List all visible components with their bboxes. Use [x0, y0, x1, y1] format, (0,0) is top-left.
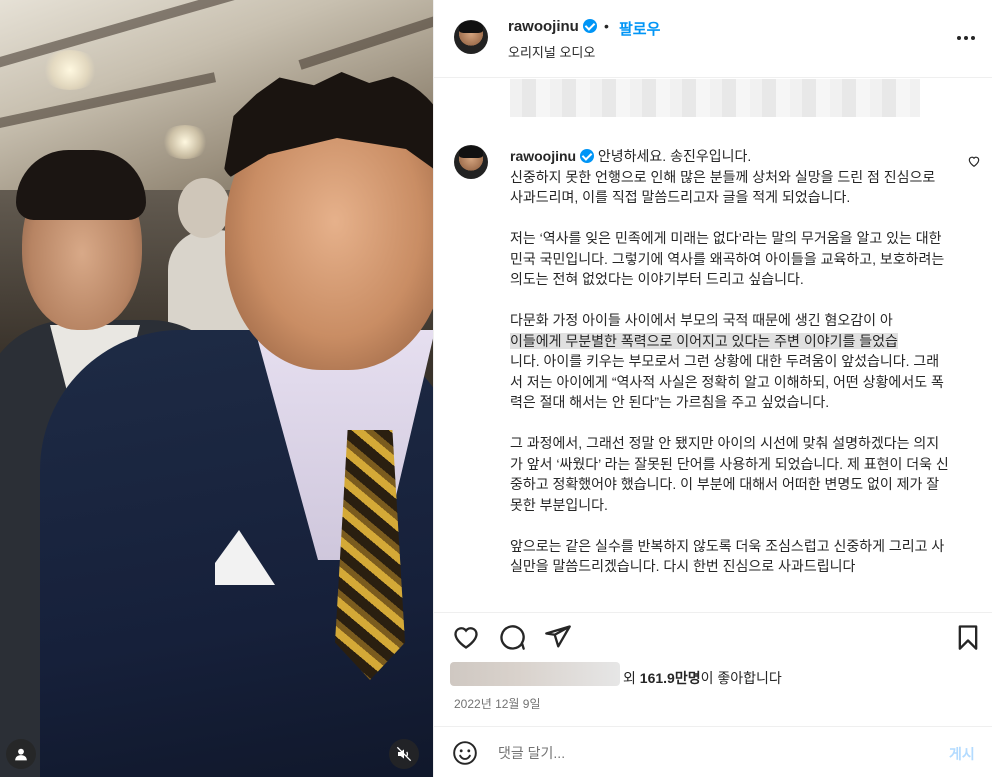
smiley-icon[interactable] — [452, 740, 478, 766]
verified-badge-icon — [580, 149, 595, 163]
caption-like-heart-icon[interactable] — [967, 154, 981, 168]
heart-icon[interactable] — [452, 623, 480, 651]
post-actions — [434, 612, 992, 662]
post-header: rawoojinu • 팔로우 오리지널 오디오 — [434, 0, 992, 78]
muted-speaker-icon — [396, 746, 412, 762]
scene-light — [40, 50, 100, 90]
tagged-users-button[interactable] — [6, 739, 36, 769]
comment-input[interactable] — [498, 743, 918, 763]
post-details-pane: rawoojinu • 팔로우 오리지널 오디오 rawoojinu 안녕하세요… — [433, 0, 992, 777]
post-media[interactable] — [0, 0, 433, 777]
post-date[interactable]: 2022년 12월 9일 — [454, 695, 541, 712]
author-username[interactable]: rawoojinu — [508, 18, 598, 35]
bookmark-icon[interactable] — [954, 623, 982, 651]
caption-line: 그 과정에서, 그래선 정말 안 됐지만 아이의 시선에 맞춰 설명하겠다는 의… — [510, 435, 949, 513]
comment-icon[interactable] — [498, 623, 526, 651]
likes-count-text[interactable]: 외 161.9만명이 좋아합니다 — [623, 668, 782, 688]
follow-button[interactable]: 팔로우 — [619, 18, 660, 39]
blurred-liker-names — [450, 662, 620, 686]
caption-text: rawoojinu 안녕하세요. 송진우입니다. 신중하지 못한 언행으로 인해… — [510, 146, 950, 577]
more-horizontal-icon — [957, 36, 961, 40]
caption-highlighted-line: 이들에게 무분별한 폭력으로 이어지고 있다는 주변 이야기를 들었습 — [510, 332, 898, 349]
more-options-button[interactable] — [954, 26, 978, 50]
separator-dot: • — [604, 18, 609, 34]
scene-light — [160, 125, 210, 159]
caption-username[interactable]: rawoojinu — [510, 148, 576, 164]
user-tag-icon — [15, 748, 27, 761]
caption-line: 앞으로는 같은 실수를 반복하지 않도록 더욱 조심스럽고 신중하게 그리고 사… — [510, 537, 945, 575]
author-avatar[interactable] — [454, 20, 488, 54]
add-comment-bar: 게시 — [434, 726, 992, 777]
mute-button[interactable] — [389, 739, 419, 769]
caption-line: 저는 ‘역사를 잊은 민족에게 미래는 없다’라는 말의 무거움을 알고 있는 … — [510, 230, 945, 287]
caption-line: 신중하지 못한 언행으로 인해 많은 분들께 상처와 실망을 드린 점 진심으로… — [510, 168, 936, 206]
blurred-content — [510, 79, 920, 117]
audio-link[interactable]: 오리지널 오디오 — [508, 42, 595, 61]
background-person-head — [178, 178, 230, 238]
send-icon[interactable] — [544, 623, 572, 651]
likes-summary[interactable]: 외 161.9만명이 좋아합니다 — [450, 662, 980, 690]
verified-badge-icon — [583, 19, 598, 33]
main-person-tie — [335, 430, 405, 680]
post-comment-button[interactable]: 게시 — [949, 744, 975, 764]
caption-line: 니다. 아이를 키우는 부모로서 그런 상황에 대한 두려움이 앞섰습니다. 그… — [510, 353, 944, 410]
caption-author-avatar[interactable] — [454, 145, 488, 179]
caption-line: 다문화 가정 아이들 사이에서 부모의 국적 때문에 생긴 혐오감이 아 — [510, 312, 893, 328]
caption-line: 안녕하세요. 송진우입니다. — [597, 148, 752, 164]
